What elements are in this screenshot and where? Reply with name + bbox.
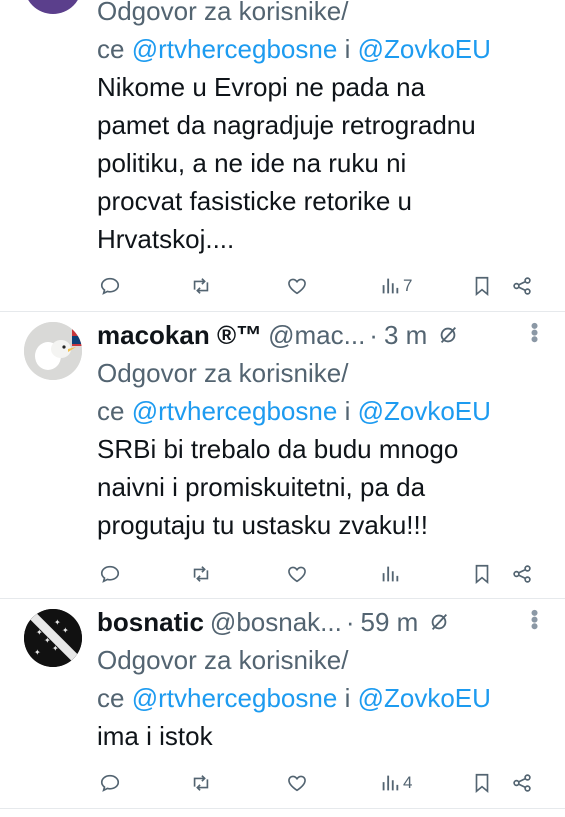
- svg-text:✦: ✦: [44, 636, 51, 645]
- share-button[interactable]: [511, 767, 533, 799]
- text-line: progutaju tu ustasku zvaku!!!: [97, 510, 428, 540]
- retweet-icon: [193, 566, 209, 582]
- reply-icon: [100, 565, 120, 583]
- reply-button[interactable]: [99, 767, 121, 799]
- like-icon: [288, 566, 306, 583]
- divider: [0, 598, 565, 599]
- replying-to-label: Odgovor za korisnike/: [97, 358, 349, 388]
- share-icon: [513, 774, 531, 792]
- text-line: naivni i promiskuitetni, pa da: [97, 472, 426, 502]
- text-line: politiku, a ne ide na ruku ni: [97, 148, 407, 178]
- action-bar: 7: [97, 270, 537, 302]
- separator: ·: [345, 606, 355, 637]
- replying-joiner: i: [344, 683, 351, 713]
- avatar[interactable]: [24, 0, 82, 14]
- divider: [0, 311, 565, 312]
- text-line: Nikome u Evropi ne pada na: [97, 72, 426, 102]
- reply-icon: [100, 774, 120, 792]
- bookmark-icon: [475, 564, 489, 585]
- bookmark-icon: [475, 276, 489, 297]
- like-icon: [288, 775, 306, 792]
- like-icon: [288, 278, 306, 295]
- avatar[interactable]: ✦ ✦ ✦ ✦ ✦ ✦: [24, 609, 82, 667]
- share-button[interactable]: [511, 270, 533, 302]
- user-handle[interactable]: @mac...: [268, 320, 365, 351]
- reply-button[interactable]: [99, 270, 121, 302]
- views-icon: [382, 775, 399, 791]
- share-button[interactable]: [511, 558, 533, 590]
- replying-to-label: Odgovor za korisnike/: [97, 645, 349, 675]
- views-icon: [382, 278, 399, 294]
- bookmark-button[interactable]: [471, 767, 493, 799]
- timestamp[interactable]: 59 m: [361, 607, 419, 638]
- display-name[interactable]: bosnatic: [97, 607, 204, 638]
- bookmark-icon: [475, 773, 489, 794]
- like-button[interactable]: [286, 558, 308, 590]
- reply-icon: [100, 277, 120, 295]
- separator: ·: [369, 319, 378, 350]
- text-line: pamet da nagradjuje retrogradnu: [97, 110, 476, 140]
- bookmark-button[interactable]: [471, 270, 493, 302]
- mention-link[interactable]: @rtvhercegbosne: [132, 683, 338, 713]
- replying-prefix: ce: [97, 396, 125, 426]
- grok-icon[interactable]: [428, 611, 450, 633]
- svg-text:✦: ✦: [62, 626, 69, 635]
- like-button[interactable]: [286, 270, 308, 302]
- views-count: 7: [403, 276, 413, 295]
- svg-text:✦: ✦: [36, 628, 43, 637]
- replying-to-line: ce @rtvhercegbosne i @ZovkoEU: [97, 392, 547, 430]
- text-line: SRBi bi trebalo da budu mnogo: [97, 434, 459, 464]
- action-bar: [97, 558, 537, 590]
- avatar[interactable]: [24, 322, 82, 380]
- tweet-text: Nikome u Evropi ne pada na pamet da nagr…: [97, 68, 547, 258]
- svg-text:✦: ✦: [54, 618, 61, 627]
- tweet-header: bosnatic @bosnak... · 59 m: [97, 603, 547, 641]
- bookmark-button[interactable]: [471, 558, 493, 590]
- tweet-text: SRBi bi trebalo da budu mnogo naivni i p…: [97, 430, 547, 544]
- display-name[interactable]: macokan ®™: [97, 320, 262, 351]
- avatar-image: [24, 322, 82, 380]
- avatar-image: ✦✦✦ ✦✦✦: [24, 609, 82, 667]
- views-count: 4: [403, 773, 413, 792]
- replying-joiner: i: [344, 34, 351, 64]
- mention-link[interactable]: @ZovkoEU: [358, 396, 491, 426]
- replying-to-line: ce @rtvhercegbosne i @ZovkoEU: [97, 30, 547, 68]
- like-button[interactable]: [286, 767, 308, 799]
- mention-link[interactable]: @ZovkoEU: [358, 34, 491, 64]
- retweet-button[interactable]: [190, 558, 212, 590]
- timestamp[interactable]: 3 m: [384, 320, 427, 351]
- svg-text:✦: ✦: [34, 648, 41, 657]
- reply-button[interactable]: [99, 558, 121, 590]
- replying-prefix: ce: [97, 683, 125, 713]
- text-line: procvat fasisticke retorike u: [97, 186, 413, 216]
- retweet-button[interactable]: [190, 767, 212, 799]
- share-icon: [513, 565, 531, 583]
- divider: [0, 808, 565, 809]
- retweet-icon: [193, 775, 209, 791]
- svg-text:✦: ✦: [52, 644, 59, 653]
- more-icon[interactable]: •••: [521, 609, 547, 629]
- text-line: ima i istok: [97, 721, 213, 751]
- views-button[interactable]: 7: [379, 270, 412, 302]
- tweet-text: ima i istok: [97, 717, 547, 755]
- mention-link[interactable]: @rtvhercegbosne: [132, 34, 338, 64]
- mention-link[interactable]: @ZovkoEU: [358, 683, 491, 713]
- replying-to-label: Odgovor za korisnike/: [97, 0, 349, 26]
- retweet-icon: [193, 278, 209, 294]
- action-bar: 4: [97, 767, 537, 799]
- replying-joiner: i: [344, 396, 351, 426]
- tweet-header: macokan ®™ @mac... · 3 m: [97, 316, 547, 354]
- replying-prefix: ce: [97, 34, 125, 64]
- retweet-button[interactable]: [190, 270, 212, 302]
- more-icon[interactable]: •••: [521, 322, 547, 342]
- text-line: Hrvatskoj....: [97, 224, 235, 254]
- mention-link[interactable]: @rtvhercegbosne: [132, 396, 338, 426]
- views-button[interactable]: 4: [379, 767, 412, 799]
- replying-to-line: ce @rtvhercegbosne i @ZovkoEU: [97, 679, 547, 717]
- grok-icon[interactable]: [437, 324, 459, 346]
- views-button[interactable]: [379, 558, 403, 590]
- views-icon: [382, 566, 399, 582]
- share-icon: [513, 277, 531, 295]
- user-handle[interactable]: @bosnak...: [210, 607, 342, 638]
